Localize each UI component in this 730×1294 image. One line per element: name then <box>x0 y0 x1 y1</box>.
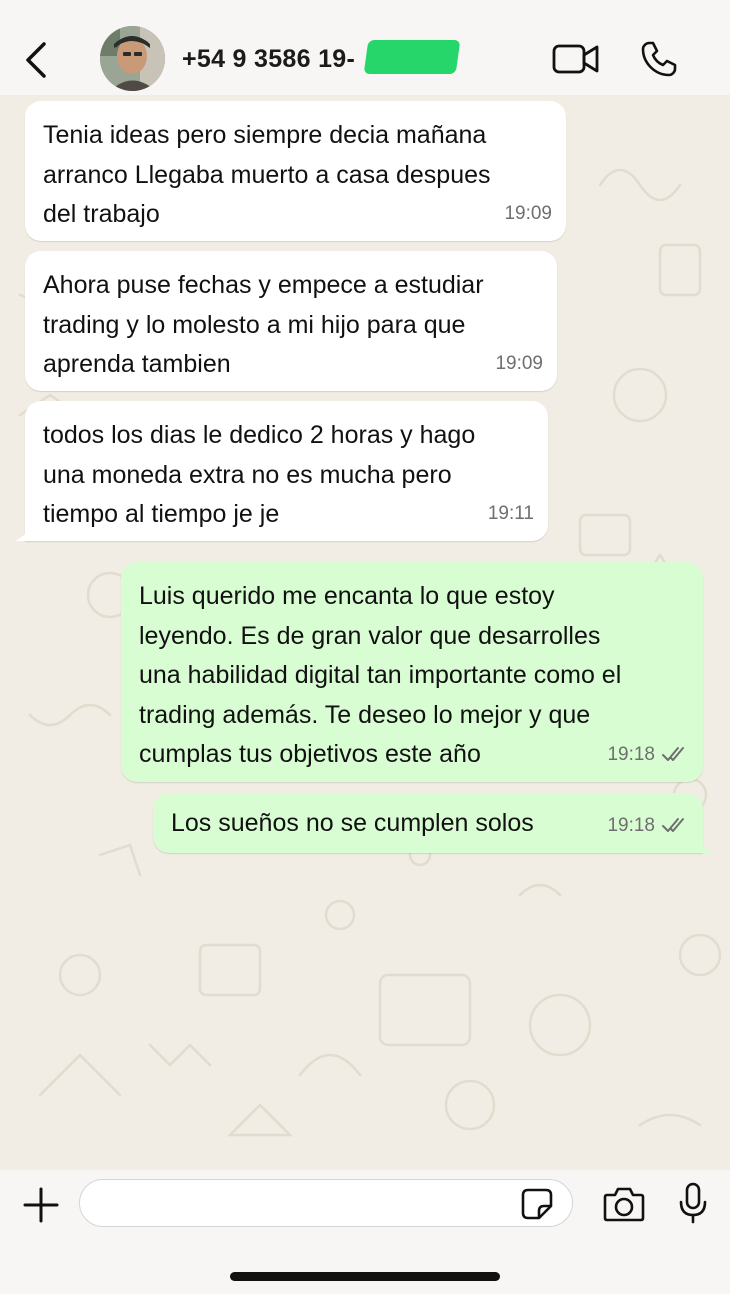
composer-bar <box>0 1170 730 1294</box>
video-camera-icon[interactable] <box>552 42 600 76</box>
phone-icon[interactable] <box>640 40 678 78</box>
redaction-mark <box>363 40 461 74</box>
contact-name[interactable]: +54 9 3586 19- <box>182 45 355 74</box>
bubble-tail <box>695 835 713 853</box>
message-text: Tenia ideas pero siempre decia mañana ar… <box>43 121 491 228</box>
microphone-icon[interactable] <box>678 1182 708 1224</box>
double-check-icon <box>662 818 684 833</box>
bubble-tail <box>15 523 33 541</box>
message-text: Luis querido me encanta lo que estoy ley… <box>139 582 622 768</box>
message-bubble-incoming[interactable]: todos los dias le dedico 2 horas y hago … <box>15 401 548 541</box>
chat-area[interactable]: Tenia ideas pero siempre decia mañana ar… <box>0 95 730 1170</box>
message-time: 19:18 <box>607 743 655 765</box>
double-check-icon <box>662 747 684 762</box>
chat-header: +54 9 3586 19- <box>0 0 730 95</box>
camera-icon[interactable] <box>603 1186 645 1222</box>
message-text: todos los dias le dedico 2 horas y hago … <box>43 421 476 528</box>
message-bubble-outgoing[interactable]: Luis querido me encanta lo que estoy ley… <box>121 562 703 782</box>
message-bubble-outgoing[interactable]: Los sueños no se cumplen solos 19:18 <box>153 793 713 853</box>
message-time: 19:09 <box>495 352 543 374</box>
message-text: Ahora puse fechas y empece a estudiar tr… <box>43 271 484 378</box>
message-time: 19:11 <box>487 502 534 524</box>
home-indicator[interactable] <box>230 1272 500 1281</box>
message-time: 19:18 <box>607 814 655 836</box>
message-time: 19:09 <box>504 202 552 224</box>
sticker-icon[interactable] <box>520 1187 554 1221</box>
message-bubble-incoming[interactable]: Tenia ideas pero siempre decia mañana ar… <box>25 101 566 241</box>
plus-icon[interactable] <box>22 1186 60 1224</box>
contact-avatar[interactable] <box>100 26 165 91</box>
message-input[interactable] <box>79 1179 573 1227</box>
message-bubble-incoming[interactable]: Ahora puse fechas y empece a estudiar tr… <box>25 251 557 391</box>
back-chevron-icon[interactable] <box>22 40 52 80</box>
